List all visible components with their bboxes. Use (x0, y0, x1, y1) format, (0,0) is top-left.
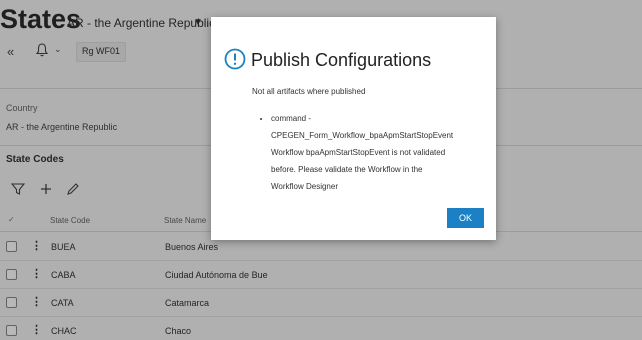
publish-dialog: Publish Configurations Not all artifacts… (211, 17, 496, 240)
info-circle-icon (224, 48, 246, 70)
dialog-title: Publish Configurations (251, 50, 432, 70)
dialog-message: Not all artifacts where published (252, 87, 366, 96)
error-line: before. Please validate the Workflow in … (271, 165, 423, 174)
list-item: command - (271, 110, 493, 127)
error-line: CPEGEN_Form_Workflow_bpaApmStartStopEven… (271, 131, 454, 140)
error-line: command - (271, 114, 312, 123)
dialog-error-list: command - CPEGEN_Form_Workflow_bpaApmSta… (271, 110, 493, 195)
list-item: before. Please validate the Workflow in … (271, 161, 493, 178)
error-line: Workflow bpaApmStartStopEvent is not val… (271, 148, 446, 157)
error-line: Workflow Designer (271, 182, 338, 191)
list-item: CPEGEN_Form_Workflow_bpaApmStartStopEven… (271, 127, 493, 144)
list-item: Workflow bpaApmStartStopEvent is not val… (271, 144, 493, 161)
ok-button[interactable]: OK (447, 208, 484, 228)
list-item: Workflow Designer (271, 178, 493, 195)
